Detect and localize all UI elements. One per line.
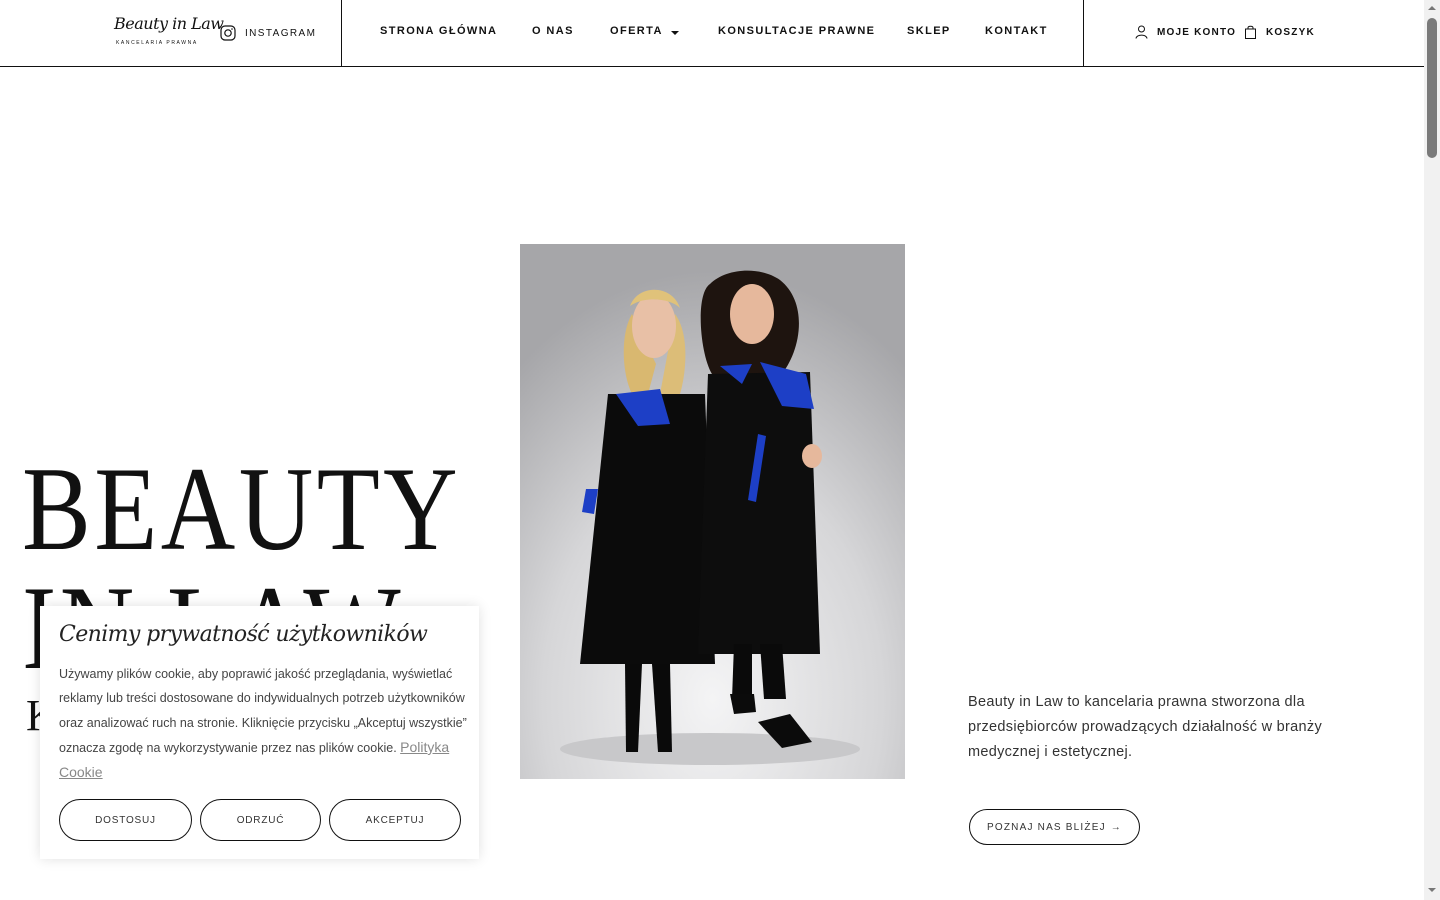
team-photo <box>520 244 905 779</box>
nav-contact[interactable]: KONTAKT <box>985 25 1048 37</box>
site-header: Beauty in Law KANCELARIA PRAWNA INSTAGRA… <box>0 0 1424 67</box>
logo-subtitle: KANCELARIA PRAWNA <box>116 40 198 46</box>
cookie-title: Cenimy prywatność użytkowników <box>59 622 428 647</box>
bag-icon <box>1245 25 1256 39</box>
nav-offer[interactable]: OFERTA <box>610 25 663 37</box>
cookie-consent-banner: Cenimy prywatność użytkowników Używamy p… <box>40 606 479 859</box>
cookie-text-block: Używamy plików cookie, aby poprawić jako… <box>59 662 469 785</box>
page-scrollbar[interactable] <box>1424 0 1440 900</box>
user-icon <box>1135 25 1148 39</box>
reject-button[interactable]: ODRZUĆ <box>200 799 321 841</box>
nav-home[interactable]: STRONA GŁÓWNA <box>380 25 497 37</box>
learn-more-label: POZNAJ NAS BLIŻEJ <box>987 821 1106 833</box>
instagram-icon <box>220 25 236 41</box>
header-divider-left <box>341 0 342 66</box>
account-link[interactable]: MOJE KONTO <box>1135 25 1236 39</box>
scrollbar-thumb[interactable] <box>1427 18 1437 158</box>
hero-description: Beauty in Law to kancelaria prawna stwor… <box>968 694 1322 760</box>
accept-button[interactable]: AKCEPTUJ <box>329 799 461 841</box>
nav-consultations[interactable]: KONSULTACJE PRAWNE <box>718 25 875 37</box>
header-divider-right <box>1083 0 1084 66</box>
caret-down-icon[interactable] <box>671 31 679 35</box>
instagram-label: INSTAGRAM <box>245 27 317 39</box>
brand-logo[interactable]: Beauty in Law KANCELARIA PRAWNA <box>114 14 224 50</box>
scroll-down-icon[interactable] <box>1428 888 1436 892</box>
nav-about[interactable]: O NAS <box>532 25 574 37</box>
instagram-link[interactable]: INSTAGRAM <box>220 24 316 42</box>
account-label: MOJE KONTO <box>1157 26 1237 38</box>
customize-button[interactable]: DOSTOSUJ <box>59 799 192 841</box>
learn-more-button[interactable]: POZNAJ NAS BLIŻEJ → <box>969 809 1140 845</box>
cart-link[interactable]: KOSZYK <box>1244 25 1315 39</box>
hero-title-line1: BEAUTY <box>22 442 462 575</box>
arrow-right-icon: → <box>1110 821 1122 833</box>
nav-shop[interactable]: SKLEP <box>907 25 951 37</box>
cart-label: KOSZYK <box>1266 26 1315 38</box>
scroll-up-icon[interactable] <box>1428 6 1436 10</box>
logo-script: Beauty in Law <box>114 14 224 33</box>
